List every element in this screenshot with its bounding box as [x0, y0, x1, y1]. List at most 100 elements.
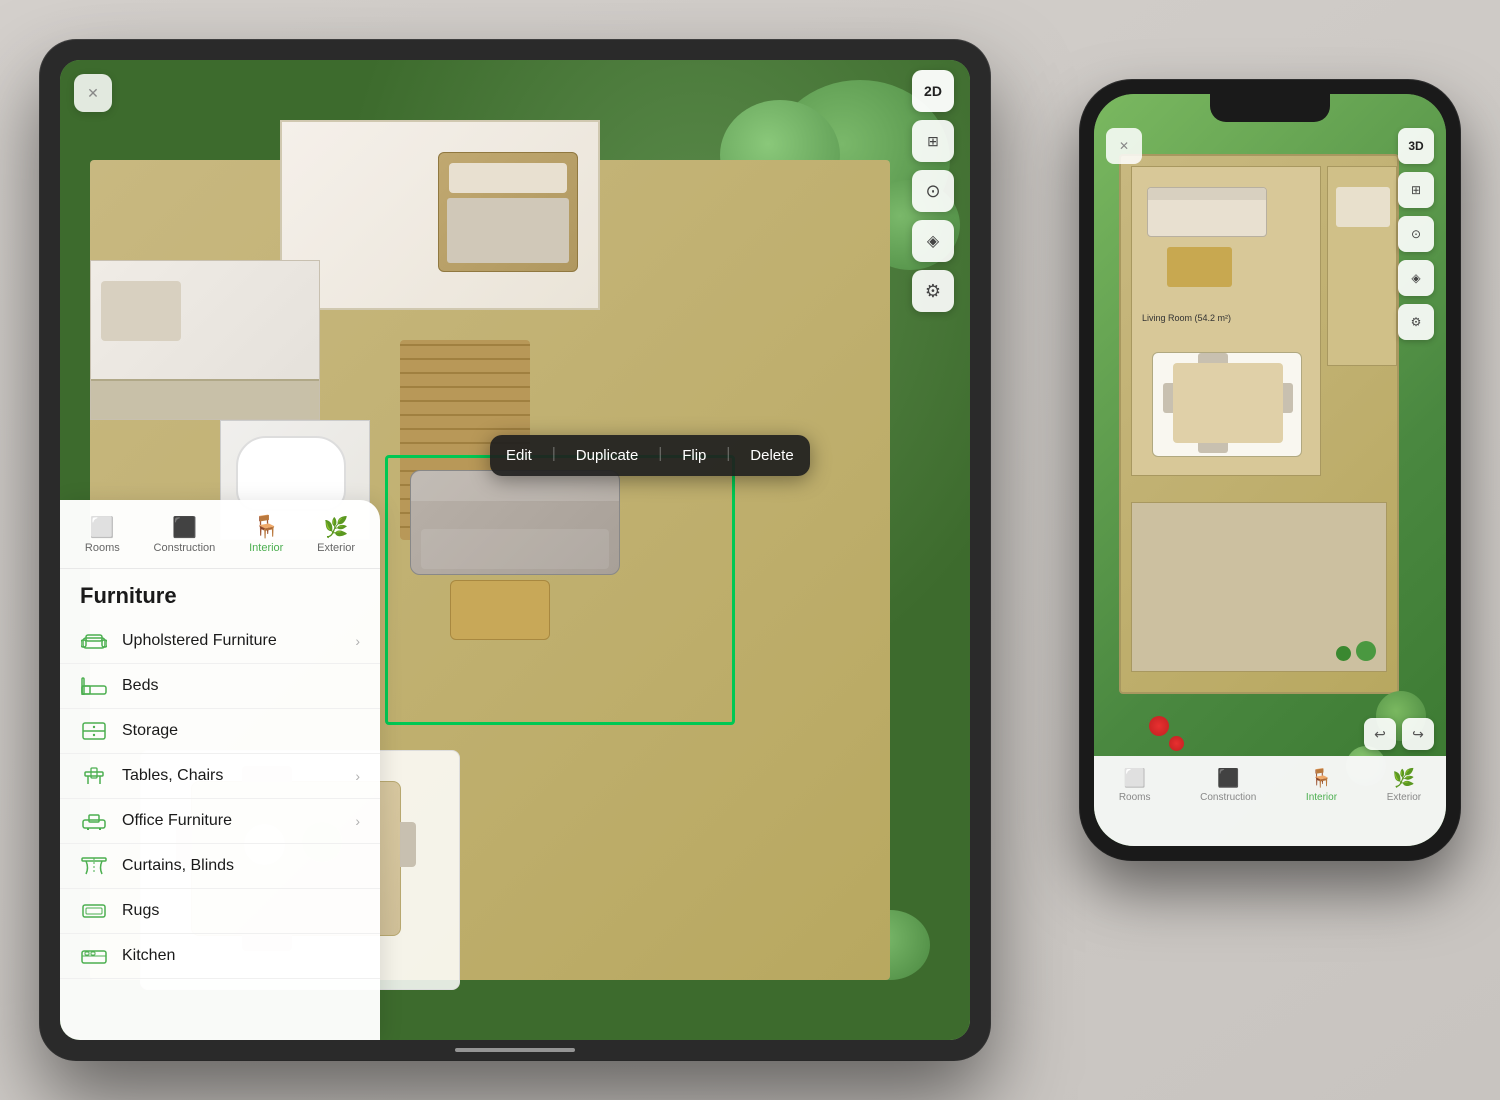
tab-exterior[interactable]: 🌿 Exterior [309, 512, 363, 558]
bedroom-wall [280, 120, 600, 310]
fp-sofa [1147, 187, 1267, 237]
list-item-curtains[interactable]: Curtains, Blinds [60, 844, 380, 889]
upholstered-label: Upholstered Furniture [122, 632, 341, 650]
iphone-tab-construction-label: Construction [1200, 792, 1256, 803]
blanket [447, 198, 569, 263]
iphone-camera-icon: ⊙ [1411, 227, 1421, 241]
room-label-text: Living Room (54.2 m²) [1142, 313, 1231, 323]
iphone-tab-rooms[interactable]: ⬜ Rooms [1119, 768, 1151, 803]
separator-1: | [552, 445, 556, 466]
fp-outer-floor: Living Room (54.2 m²) [1119, 154, 1399, 694]
2d-label: 2D [924, 83, 942, 99]
close-icon: ✕ [87, 85, 99, 102]
gear-icon: ⚙ [925, 281, 941, 302]
context-menu-duplicate[interactable]: Duplicate [576, 445, 639, 466]
iphone-camera-button[interactable]: ⊙ [1398, 216, 1434, 252]
construction-icon: ⬛ [170, 516, 198, 538]
rugs-label: Rugs [122, 902, 360, 920]
ipad-fullscreen-button[interactable]: ⊞ [912, 120, 954, 162]
fp-sofa-back [1148, 188, 1266, 200]
iphone-fullscreen-button[interactable]: ⊞ [1398, 172, 1434, 208]
list-item-rugs[interactable]: Rugs [60, 889, 380, 934]
iphone-redo-button[interactable]: ↪ [1402, 718, 1434, 750]
list-item-beds[interactable]: Beds [60, 664, 380, 709]
panel-title: Furniture [60, 569, 380, 619]
fp-dining [1152, 352, 1302, 457]
fp-side-room [1327, 166, 1397, 366]
bed-furniture [438, 152, 578, 272]
list-item-kitchen[interactable]: Kitchen [60, 934, 380, 979]
ipad-toolbar: 2D ⊞ ⊙ ◈ ⚙ [912, 70, 954, 312]
fp-room-label: Living Room (54.2 m²) [1142, 312, 1231, 325]
context-menu-edit[interactable]: Edit [506, 445, 532, 466]
ipad-2d-button[interactable]: 2D [912, 70, 954, 112]
fp-chair-4 [1283, 383, 1293, 413]
iphone-close-button[interactable]: ✕ [1106, 128, 1142, 164]
iphone-settings-button[interactable]: ⚙ [1398, 304, 1434, 340]
storage-label: Storage [122, 722, 360, 740]
fp-dining-table [1173, 363, 1283, 443]
separator-3: | [726, 445, 730, 466]
iphone-exterior-icon: 🌿 [1393, 768, 1415, 789]
iphone-undoredo: ↩ ↪ [1364, 718, 1434, 750]
iphone-tab-construction[interactable]: ⬛ Construction [1200, 768, 1256, 803]
3d-label: 3D [1408, 139, 1423, 153]
iphone-device: Living Room (54.2 m²) [1080, 80, 1460, 860]
iphone-tab-exterior[interactable]: 🌿 Exterior [1387, 768, 1421, 803]
list-item-storage[interactable]: Storage [60, 709, 380, 754]
office-icon [80, 810, 108, 832]
tab-construction[interactable]: ⬛ Construction [146, 512, 224, 558]
rooms-icon: ⬜ [88, 516, 116, 538]
fp-side-furniture [1336, 187, 1390, 227]
iphone-interior-icon: 🪑 [1310, 768, 1332, 789]
iphone-construction-icon: ⬛ [1217, 768, 1239, 789]
side-panel: ⬜ Rooms ⬛ Construction 🪑 Interior 🌿 Exte… [60, 500, 380, 1040]
ipad-layers-button[interactable]: ◈ [912, 220, 954, 262]
fp-bottom-room [1131, 502, 1387, 672]
iphone-tab-interior[interactable]: 🪑 Interior [1306, 768, 1337, 803]
home-indicator [455, 1048, 575, 1052]
fp-main-room-shape: Living Room (54.2 m²) [1131, 166, 1321, 476]
curtains-label: Curtains, Blinds [122, 857, 360, 875]
tables-chairs-chevron: › [355, 768, 360, 784]
selection-box [385, 455, 735, 725]
fp-plant-1 [1356, 641, 1376, 661]
pillow [449, 163, 567, 193]
context-menu-delete[interactable]: Delete [750, 445, 793, 466]
tab-rooms[interactable]: ⬜ Rooms [77, 512, 128, 558]
iphone-layers-button[interactable]: ◈ [1398, 260, 1434, 296]
ipad-settings-button[interactable]: ⚙ [912, 270, 954, 312]
iphone-layers-icon: ◈ [1411, 271, 1420, 285]
iphone-undo-button[interactable]: ↩ [1364, 718, 1396, 750]
office-label: Office Furniture [122, 812, 341, 830]
list-item-upholstered[interactable]: Upholstered Furniture › [60, 619, 380, 664]
list-item-tables-chairs[interactable]: Tables, Chairs › [60, 754, 380, 799]
beds-icon [80, 675, 108, 697]
iphone-notch [1210, 94, 1330, 122]
iphone-toolbar: 3D ⊞ ⊙ ◈ ⚙ [1398, 128, 1434, 340]
kitchen-counter [91, 379, 319, 419]
list-item-office[interactable]: Office Furniture › [60, 799, 380, 844]
tab-construction-label: Construction [154, 542, 216, 554]
ipad-close-button[interactable]: ✕ [74, 74, 112, 112]
tables-chairs-icon [80, 765, 108, 787]
upholstered-chevron: › [355, 633, 360, 649]
kitchen-label: Kitchen [122, 947, 360, 965]
iphone-tab-rooms-label: Rooms [1119, 792, 1151, 803]
iphone-tab-exterior-label: Exterior [1387, 792, 1421, 803]
fp-chair-2 [1198, 443, 1228, 453]
tab-interior[interactable]: 🪑 Interior [241, 512, 291, 558]
furniture-list: Upholstered Furniture › Beds Storage [60, 619, 380, 979]
ipad-camera-button[interactable]: ⊙ [912, 170, 954, 212]
iphone-rooms-icon: ⬜ [1123, 768, 1145, 789]
tab-exterior-label: Exterior [317, 542, 355, 554]
dining-chair-right [400, 822, 416, 867]
context-menu-flip[interactable]: Flip [682, 445, 706, 466]
context-menu: Edit | Duplicate | Flip | Delete [490, 435, 810, 476]
kitchen-icon [80, 945, 108, 967]
kitchen-appliance [101, 281, 181, 341]
beds-label: Beds [122, 677, 360, 695]
tab-interior-label: Interior [249, 542, 283, 554]
layers-icon: ◈ [927, 231, 939, 251]
iphone-3d-button[interactable]: 3D [1398, 128, 1434, 164]
